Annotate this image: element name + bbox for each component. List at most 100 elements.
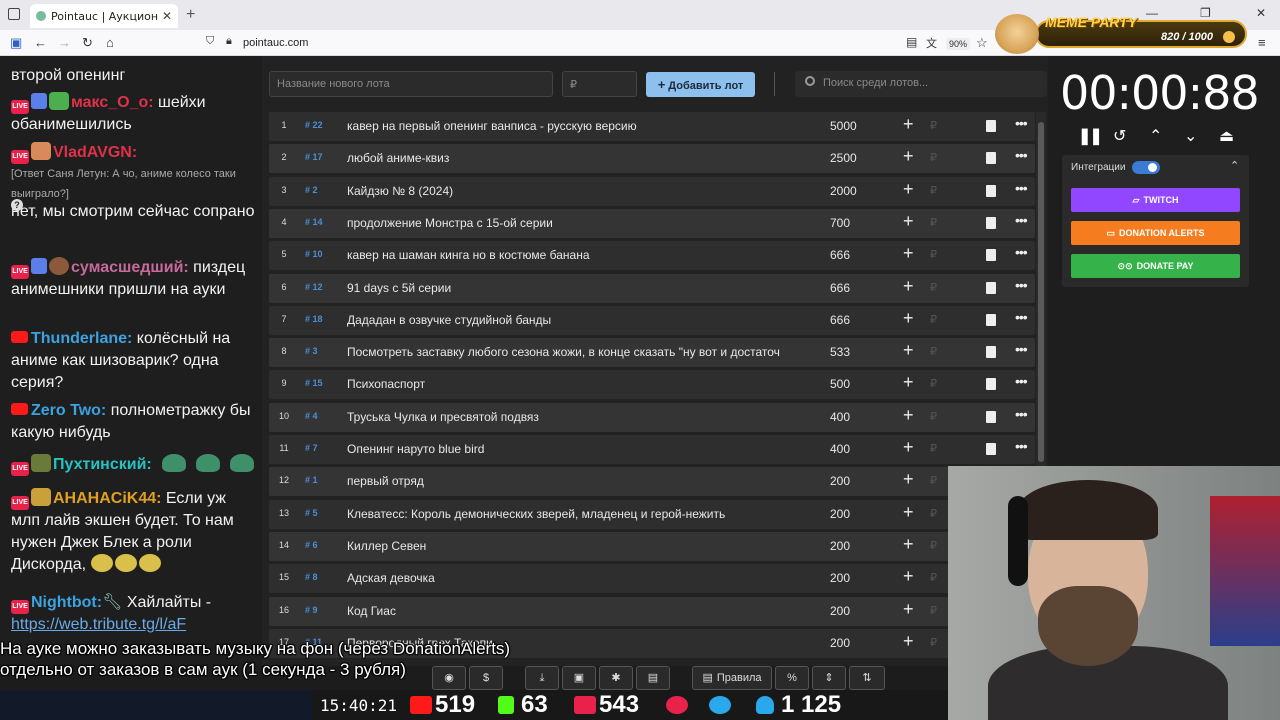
- lot-id[interactable]: # 4: [305, 411, 331, 421]
- currency-input[interactable]: ₽: [930, 184, 937, 197]
- lot-row[interactable]: 4 # 14 продолжение Монстра с 15-ой серии 70…: [269, 208, 1035, 238]
- lot-amount[interactable]: 666: [830, 248, 850, 262]
- reset-button[interactable]: ↺: [1113, 126, 1126, 146]
- lot-amount[interactable]: 400: [830, 442, 850, 456]
- lot-amount[interactable]: 2500: [830, 151, 857, 165]
- lot-name[interactable]: Киллер Севен: [347, 539, 807, 553]
- new-lot-input[interactable]: Название нового лота: [269, 71, 553, 97]
- lot-name[interactable]: Клеватесс: Король демонических зверей, м…: [347, 507, 807, 521]
- add-amount-icon[interactable]: +: [903, 146, 914, 167]
- chat-username[interactable]: Пухтинский:: [53, 456, 152, 473]
- currency-input[interactable]: ₽: [930, 313, 937, 326]
- trash-icon[interactable]: [986, 443, 996, 455]
- currency-input[interactable]: ₽: [930, 248, 937, 261]
- more-options-icon[interactable]: •••: [1015, 180, 1028, 196]
- trash-icon[interactable]: [986, 410, 996, 423]
- new-tab-icon[interactable]: +: [186, 6, 195, 24]
- lot-name[interactable]: первый отряд: [347, 474, 807, 488]
- lot-id[interactable]: # 12: [305, 282, 331, 292]
- more-options-icon[interactable]: •••: [1015, 244, 1028, 260]
- add-amount-icon[interactable]: +: [903, 340, 914, 361]
- close-window-icon[interactable]: ✕: [1256, 6, 1266, 20]
- lot-row[interactable]: 6 # 12 91 days с 5й серии 666 + ₽ •••: [269, 273, 1035, 303]
- add-amount-icon[interactable]: +: [903, 502, 914, 523]
- lot-id[interactable]: # 7: [305, 443, 331, 453]
- zoom-level[interactable]: 90%: [946, 38, 971, 50]
- app-menu-icon[interactable]: ≡: [1258, 35, 1266, 50]
- more-options-icon[interactable]: •••: [1015, 277, 1028, 293]
- add-amount-icon[interactable]: +: [903, 405, 914, 426]
- trash-icon[interactable]: [986, 216, 996, 229]
- currency-input[interactable]: ₽: [930, 474, 937, 487]
- lot-name[interactable]: Посмотреть заставку любого сезона жожи, …: [347, 345, 807, 359]
- bookmark-star-icon[interactable]: ☆: [976, 35, 988, 51]
- back-icon[interactable]: ←: [34, 35, 47, 50]
- more-options-icon[interactable]: •••: [1015, 373, 1028, 389]
- currency-input[interactable]: ₽: [930, 539, 937, 552]
- sidebar-toggle-icon[interactable]: ▣: [10, 35, 22, 51]
- lot-name[interactable]: 91 days с 5й серии: [347, 281, 807, 295]
- add-amount-icon[interactable]: +: [903, 599, 914, 620]
- chat-username[interactable]: AHAHACiK44:: [53, 490, 161, 507]
- forward-icon[interactable]: →: [58, 35, 71, 50]
- lot-name[interactable]: Опенинг наруто blue bird: [347, 442, 807, 456]
- lot-id[interactable]: # 10: [305, 249, 331, 259]
- lot-amount[interactable]: 500: [830, 377, 850, 391]
- chat-username[interactable]: сумасшедший:: [71, 259, 189, 276]
- lot-name[interactable]: продолжение Монстра с 15-ой серии: [347, 216, 807, 230]
- more-options-icon[interactable]: •••: [1015, 212, 1028, 228]
- add-amount-icon[interactable]: +: [903, 372, 914, 393]
- chat-link[interactable]: https://web.tribute.tg/l/aF: [11, 614, 259, 636]
- lot-row[interactable]: 3 # 2 Кайдзю № 8 (2024) 2000 + ₽ •••: [269, 176, 1035, 206]
- currency-input[interactable]: ₽: [930, 571, 937, 584]
- more-options-icon[interactable]: •••: [1015, 438, 1028, 454]
- lot-amount[interactable]: 666: [830, 313, 850, 327]
- sort-button[interactable]: ⇅: [849, 666, 885, 690]
- lot-amount[interactable]: 533: [830, 345, 850, 359]
- lot-id[interactable]: # 5: [305, 508, 331, 518]
- more-options-icon[interactable]: •••: [1015, 115, 1028, 131]
- lot-row[interactable]: 1 # 22 кавер на первый опенинг ванписа - р…: [269, 112, 1035, 141]
- lot-id[interactable]: # 9: [305, 605, 331, 615]
- more-options-icon[interactable]: •••: [1015, 147, 1028, 163]
- percent-button[interactable]: %: [775, 666, 809, 690]
- rules-button[interactable]: ▤ Правила: [692, 666, 772, 690]
- lot-name[interactable]: Дададан в озвучке студийной банды: [347, 313, 807, 327]
- lot-id[interactable]: # 15: [305, 378, 331, 388]
- lot-id[interactable]: # 8: [305, 572, 331, 582]
- currency-input[interactable]: ₽: [930, 377, 937, 390]
- lot-amount[interactable]: 2000: [830, 184, 857, 198]
- donation-alerts-button[interactable]: ▭ DONATION ALERTS: [1071, 221, 1240, 245]
- lot-amount[interactable]: 200: [830, 636, 850, 650]
- add-amount-icon[interactable]: +: [903, 308, 914, 329]
- lot-search-input[interactable]: Поиск среди лотов...: [795, 71, 1047, 97]
- currency-input[interactable]: ₽: [930, 410, 937, 423]
- trash-icon[interactable]: [986, 152, 996, 165]
- chat-username[interactable]: Zero Two:: [31, 402, 106, 419]
- currency-input[interactable]: ₽: [930, 636, 937, 649]
- lot-row[interactable]: 14 # 6 Киллер Севен 200 + ₽: [269, 531, 949, 561]
- lot-amount[interactable]: 5000: [830, 119, 857, 133]
- trash-icon[interactable]: [986, 313, 996, 326]
- translate-icon[interactable]: 文: [926, 35, 937, 51]
- lot-row[interactable]: 16 # 9 Код Гиас 200 + ₽: [269, 596, 949, 626]
- lot-amount[interactable]: 200: [830, 604, 850, 618]
- lot-row[interactable]: 11 # 7 Опенинг наруто blue bird 400 + ₽ •••: [269, 435, 1035, 464]
- lot-name[interactable]: любой аниме-квиз: [347, 151, 807, 165]
- lot-name[interactable]: кавер на шаман кинга но в костюме банана: [347, 248, 807, 262]
- chat-username[interactable]: VladAVGN:: [53, 144, 137, 161]
- lot-row[interactable]: 10 # 4 Труська Чулка и пресвятой подвяз 400…: [269, 402, 1035, 432]
- add-amount-icon[interactable]: +: [903, 534, 914, 555]
- twitch-button[interactable]: ▱ TWITCH: [1071, 188, 1240, 212]
- add-amount-icon[interactable]: +: [903, 243, 914, 264]
- close-tab-icon[interactable]: ✕: [162, 9, 172, 23]
- lot-amount[interactable]: 200: [830, 507, 850, 521]
- lot-id[interactable]: # 14: [305, 217, 331, 227]
- currency-input[interactable]: ₽: [930, 119, 937, 132]
- lot-name[interactable]: Труська Чулка и пресвятой подвяз: [347, 410, 807, 424]
- help-icon[interactable]: ?: [11, 199, 23, 211]
- home-icon[interactable]: ⌂: [106, 35, 114, 50]
- lot-amount[interactable]: 200: [830, 571, 850, 585]
- lot-id[interactable]: # 18: [305, 314, 331, 324]
- lot-name[interactable]: кавер на первый опенинг ванписа - русску…: [347, 119, 807, 133]
